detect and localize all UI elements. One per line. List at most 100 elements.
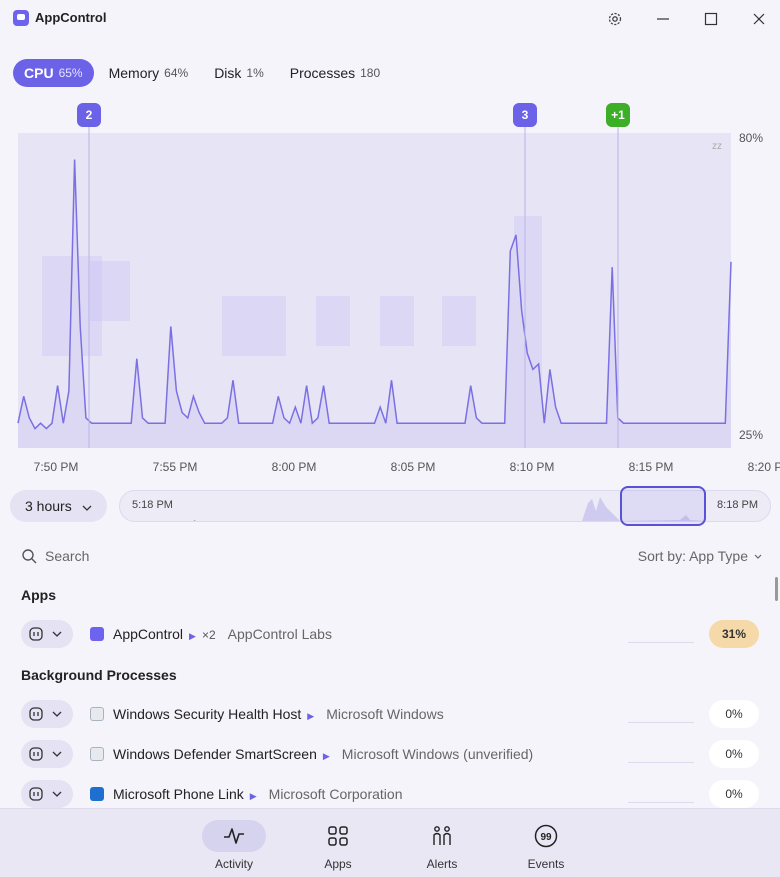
title-bar: AppControl	[0, 0, 780, 38]
nav-activity[interactable]: Activity	[202, 820, 266, 876]
app-control-icon	[29, 707, 43, 721]
row-expand-toggle[interactable]	[21, 620, 73, 648]
x-tick-label: 8:20 PM	[748, 460, 780, 474]
nav-alerts[interactable]: Alerts	[410, 820, 474, 876]
publisher: Microsoft Windows	[326, 706, 444, 722]
sort-label: Sort by: App Type	[637, 548, 748, 564]
tab-label: CPU	[24, 65, 54, 81]
row-expand-toggle[interactable]	[21, 700, 73, 728]
sleep-icon: zz	[712, 141, 722, 152]
sort-dropdown[interactable]: Sort by: App Type	[638, 548, 762, 564]
play-arrow-icon: ▶	[249, 791, 257, 801]
list-item[interactable]: Windows Security Health Host ▶ Microsoft W…	[0, 694, 780, 734]
y-tick-bottom: 25%	[739, 428, 763, 442]
x-tick-label: 8:15 PM	[629, 460, 674, 474]
chevron-down-icon	[82, 498, 92, 514]
timeline-selection-window[interactable]	[620, 486, 706, 526]
chevron-down-icon	[52, 751, 62, 757]
settings-button[interactable]	[604, 8, 626, 30]
event-marker-label: 2	[86, 108, 93, 122]
nav-label: Events	[527, 857, 565, 871]
tab-value: 1%	[246, 66, 264, 80]
search-placeholder: Search	[45, 548, 90, 564]
tab-disk[interactable]: Disk 1%	[203, 59, 275, 87]
app-control-icon	[29, 627, 43, 641]
usage-sparkline	[628, 762, 694, 763]
x-tick-label: 8:10 PM	[510, 460, 555, 474]
chevron-down-icon	[52, 711, 62, 717]
activity-band	[380, 296, 414, 346]
publisher: Microsoft Corporation	[268, 786, 403, 802]
tab-value: 64%	[164, 66, 189, 80]
activity-icon	[202, 820, 266, 852]
nav-label: Alerts	[426, 857, 458, 871]
row-expand-toggle[interactable]	[21, 780, 73, 808]
cpu-chart[interactable]: 2 3 +1 zz 80% 25% 7:50 PM 7:55 PM 8:00 PM 8:0…	[0, 96, 780, 480]
nav-apps[interactable]: Apps	[306, 820, 370, 876]
app-title: AppControl	[35, 10, 107, 25]
time-range-label: 3 hours	[25, 498, 72, 514]
maximize-icon	[704, 12, 718, 26]
time-range-dropdown[interactable]: 3 hours	[10, 490, 107, 522]
tab-cpu[interactable]: CPU 65%	[13, 59, 94, 87]
tab-value: 180	[360, 66, 381, 80]
tab-memory[interactable]: Memory 64%	[98, 59, 200, 87]
nav-events[interactable]: 99 Events	[514, 820, 578, 876]
list-scrollbar[interactable]	[775, 577, 778, 601]
metric-tabs: CPU 65% Memory 64% Disk 1% Processes 180	[13, 59, 391, 87]
play-arrow-icon: ▶	[307, 711, 315, 721]
window-app-icon	[90, 707, 104, 721]
app-logo-icon	[13, 10, 29, 26]
search-icon	[22, 549, 37, 564]
cpu-percent-badge: 0%	[709, 740, 759, 768]
events-icon: 99	[514, 820, 578, 852]
event-marker-label: 3	[522, 108, 529, 122]
bottom-navigation: Activity Apps Alerts 99 Events	[0, 808, 780, 877]
tab-processes[interactable]: Processes 180	[279, 59, 391, 87]
process-name: Windows Security Health Host	[113, 706, 302, 722]
process-name: Windows Defender SmartScreen	[113, 746, 317, 762]
list-item[interactable]: AppControl ▶ ×2 AppControl Labs 31%	[0, 614, 780, 654]
appcontrol-app-icon	[90, 627, 104, 641]
tab-value: 65%	[58, 66, 83, 80]
activity-band	[316, 296, 350, 346]
list-item[interactable]: Windows Defender SmartScreen ▶ Microsoft W…	[0, 734, 780, 774]
app-control-icon	[29, 787, 43, 801]
chevron-down-icon	[52, 631, 62, 637]
x-tick-label: 8:05 PM	[391, 460, 436, 474]
cpu-percent-badge: 0%	[709, 700, 759, 728]
close-button[interactable]	[748, 8, 770, 30]
minimize-icon	[657, 18, 669, 20]
publisher: AppControl Labs	[227, 626, 332, 642]
instance-count: ×2	[201, 628, 216, 642]
section-title-background: Background Processes	[21, 667, 177, 683]
tab-label: Memory	[108, 65, 160, 81]
chevron-down-icon	[52, 791, 62, 797]
app-name: AppControl	[113, 626, 184, 642]
svg-text:99: 99	[540, 832, 552, 843]
usage-sparkline	[628, 802, 694, 803]
row-expand-toggle[interactable]	[21, 740, 73, 768]
timeline-end-label: 8:18 PM	[717, 499, 758, 511]
publisher: Microsoft Windows (unverified)	[341, 746, 534, 762]
search-box[interactable]: Search	[21, 546, 89, 566]
minimize-button[interactable]	[652, 8, 674, 30]
app-control-icon	[29, 747, 43, 761]
x-tick-label: 7:50 PM	[34, 460, 79, 474]
section-title-apps: Apps	[21, 587, 56, 603]
cpu-percent-badge: 0%	[709, 780, 759, 808]
activity-band	[442, 296, 476, 346]
y-tick-top: 80%	[739, 131, 763, 145]
maximize-button[interactable]	[700, 8, 722, 30]
nav-label: Apps	[324, 857, 352, 871]
play-arrow-icon: ▶	[189, 631, 196, 641]
activity-band	[222, 296, 286, 356]
play-arrow-icon: ▶	[322, 751, 330, 761]
usage-sparkline	[628, 722, 694, 723]
usage-sparkline	[628, 642, 694, 643]
tab-label: Disk	[214, 65, 242, 81]
alerts-icon	[410, 820, 474, 852]
nav-label: Activity	[214, 857, 253, 871]
process-name: Microsoft Phone Link	[113, 786, 244, 802]
gear-icon	[608, 12, 622, 26]
